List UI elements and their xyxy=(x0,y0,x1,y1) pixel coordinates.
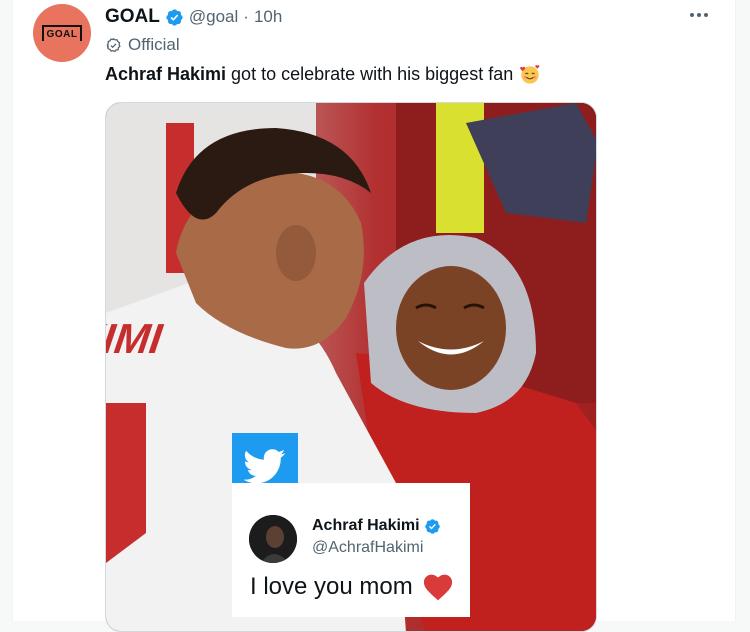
card-author-handle: @AchrafHakimi xyxy=(312,539,424,556)
red-heart-icon xyxy=(423,574,452,600)
card-verified-badge-icon xyxy=(424,518,440,534)
jersey-text: KIMI xyxy=(106,315,166,362)
goal-logo: GOAL xyxy=(42,25,82,41)
tweet-time[interactable]: 10h xyxy=(254,7,282,27)
card-author-name: Achraf Hakimi xyxy=(312,517,441,535)
twitter-bird-icon xyxy=(244,449,286,484)
separator-dot: · xyxy=(243,7,249,26)
smiling-face-with-hearts-icon xyxy=(520,65,540,84)
verified-badge-icon xyxy=(166,8,183,26)
card-message: I love you mom xyxy=(250,573,453,601)
tweet-header: GOAL @goal · 10h xyxy=(105,6,282,28)
author-handle[interactable]: @goal xyxy=(189,7,238,27)
official-badge-icon xyxy=(106,37,121,52)
card-author-name-text: Achraf Hakimi xyxy=(312,517,420,534)
tweet-text-bold: Achraf Hakimi xyxy=(105,63,227,84)
card-message-text: I love you mom xyxy=(250,573,413,600)
tweet[interactable]: GOAL GOAL @goal · 10h Official Achraf Ha… xyxy=(12,0,736,632)
goal-avatar[interactable]: GOAL xyxy=(33,4,91,62)
embedded-tweet-card: Achraf Hakimi @AchrafHakimi I love you m… xyxy=(232,483,470,617)
tweet-text-body: got to celebrate with his biggest fan xyxy=(231,63,514,84)
goal-logo-text: GOAL xyxy=(46,28,78,40)
tweet-text: Achraf Hakimi got to celebrate with his … xyxy=(105,63,541,85)
official-label: Official xyxy=(105,34,180,56)
more-options-icon[interactable] xyxy=(687,8,711,22)
official-text: Official xyxy=(128,35,180,54)
author-name[interactable]: GOAL xyxy=(105,6,160,28)
tweet-photo[interactable]: KIMI Achraf Hakimi @AchrafHakimi I love … xyxy=(105,102,597,632)
hakimi-avatar xyxy=(249,515,297,563)
